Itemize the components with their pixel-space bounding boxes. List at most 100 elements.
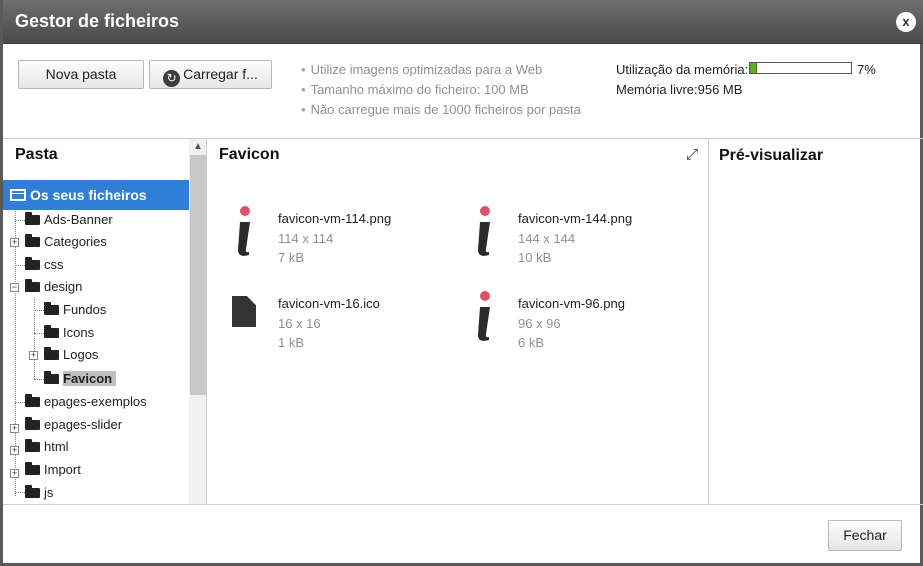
tree-line <box>34 310 44 311</box>
folder-icon <box>25 462 40 475</box>
tree-line <box>15 220 25 221</box>
upload-tips: Utilize imagens optimizadas para a Web T… <box>301 60 581 120</box>
info-icon <box>478 291 490 341</box>
tree-line <box>34 379 44 380</box>
file-size: 10 kB <box>518 250 552 265</box>
folder-root[interactable]: Os seus ficheiros <box>3 180 189 210</box>
upload-file-button[interactable]: ↻ Carregar f... <box>149 60 272 89</box>
folder-icon <box>44 325 59 338</box>
folder-icon <box>25 257 40 270</box>
folder-icon <box>25 439 40 452</box>
expand-icon[interactable]: + <box>10 424 19 433</box>
folder-label: js <box>44 485 54 500</box>
folder-item-design[interactable]: design <box>25 276 82 298</box>
folder-icon <box>44 302 59 315</box>
file-panel-header: Favicon <box>219 146 280 163</box>
expand-icon[interactable]: + <box>10 469 19 478</box>
upload-label: Carregar f... <box>183 66 258 82</box>
expand-icon[interactable]: + <box>29 351 38 360</box>
resize-icon[interactable]: ⤢ <box>686 146 698 163</box>
tip-item: Tamanho máximo do ficheiro: 100 MB <box>301 80 581 100</box>
folder-icon <box>44 371 59 384</box>
memory-info: Utilização da memória: Memória livre:956… <box>616 60 748 100</box>
close-button[interactable]: Fechar <box>828 520 902 551</box>
file-dimensions: 144 x 144 <box>518 231 576 246</box>
folder-label: Icons <box>63 325 95 340</box>
file-dimensions: 16 x 16 <box>278 316 321 331</box>
scroll-up-icon[interactable]: ▲ <box>189 139 206 155</box>
folder-item-import[interactable]: Import <box>25 459 81 481</box>
folder-scrollbar[interactable]: ▲ <box>189 139 206 504</box>
memory-usage-label: Utilização da memória: <box>616 62 749 77</box>
preview-panel-header: Pré-visualizar <box>719 147 824 164</box>
close-icon[interactable]: x <box>896 12 916 32</box>
file-size: 1 kB <box>278 335 305 350</box>
folder-label: html <box>44 439 69 454</box>
folder-label: Import <box>44 462 81 477</box>
upload-icon: ↻ <box>163 70 181 87</box>
memory-usage-percent: 7% <box>857 62 876 77</box>
new-folder-button[interactable]: Nova pasta <box>18 60 144 89</box>
window-icon <box>10 189 26 201</box>
file-panel: Favicon ⤢ favicon-vm-114.png 114 x 114 7… <box>208 139 709 504</box>
folder-label: epages-exemplos <box>44 394 147 409</box>
folder-item-css[interactable]: css <box>25 254 64 276</box>
memory-usage-bar <box>749 62 852 74</box>
new-folder-label: Nova pasta <box>45 66 117 82</box>
divider <box>3 504 923 505</box>
folder-label-selected: Favicon <box>63 371 117 386</box>
file-size: 7 kB <box>278 250 305 265</box>
folder-panel-header: Pasta <box>15 146 58 163</box>
folder-item-js[interactable]: js <box>25 482 53 504</box>
title-bar: Gestor de ficheiros x <box>3 0 923 44</box>
tree-line <box>34 299 35 379</box>
folder-open-icon <box>25 279 40 292</box>
tree-line <box>15 492 25 493</box>
folder-label: design <box>44 279 83 294</box>
preview-panel: Pré-visualizar <box>710 139 923 504</box>
folder-item-html[interactable]: html <box>25 436 69 458</box>
tip-item: Utilize imagens optimizadas para a Web <box>301 60 581 80</box>
dialog-title: Gestor de ficheiros <box>15 11 180 31</box>
folder-item-epages-slider[interactable]: epages-slider <box>25 414 122 436</box>
folder-label: css <box>44 257 64 272</box>
file-dimensions: 114 x 114 <box>278 231 334 246</box>
folder-item-logos[interactable]: Logos <box>44 344 98 366</box>
folder-icon <box>25 394 40 407</box>
tree-line <box>15 402 25 403</box>
tip-item: Não carregue mais de 1000 ficheiros por … <box>301 100 581 120</box>
folder-icon <box>25 485 40 498</box>
file-manager-dialog: Gestor de ficheiros x Nova pasta ↻ Carreg… <box>0 0 923 566</box>
file-dimensions: 96 x 96 <box>518 316 561 331</box>
expand-icon[interactable]: + <box>10 446 19 455</box>
file-name: favicon-vm-96.png <box>518 296 625 311</box>
folder-icon <box>25 212 40 225</box>
file-item[interactable]: favicon-vm-144.png 144 x 144 10 kB <box>470 206 700 281</box>
folder-root-label: Os seus ficheiros <box>30 187 147 203</box>
tree-line <box>15 265 25 266</box>
tree-line <box>34 333 44 334</box>
file-name: favicon-vm-144.png <box>518 211 633 226</box>
folder-panel: Pasta Os seus ficheiros + − + + + + Ads-… <box>3 139 207 504</box>
document-icon <box>232 296 256 327</box>
folder-item-favicon[interactable]: Favicon <box>44 368 117 390</box>
folder-icon <box>25 234 40 247</box>
file-name: favicon-vm-16.ico <box>278 296 380 311</box>
folder-item-categories[interactable]: Categories <box>25 231 107 253</box>
folder-item-epages-exemplos[interactable]: epages-exemplos <box>25 391 147 413</box>
folder-item-ads-banner[interactable]: Ads-Banner <box>25 209 113 231</box>
expand-icon[interactable]: + <box>10 238 19 247</box>
folder-item-fundos[interactable]: Fundos <box>44 299 106 321</box>
folder-icon <box>25 417 40 430</box>
memory-free-label: Memória livre:956 MB <box>616 82 743 97</box>
scrollbar-thumb[interactable] <box>190 155 206 395</box>
folder-item-icons[interactable]: Icons <box>44 322 94 344</box>
folder-icon <box>44 347 59 360</box>
collapse-icon[interactable]: − <box>10 283 19 292</box>
close-button-label: Fechar <box>843 527 887 543</box>
file-item[interactable]: favicon-vm-16.ico 16 x 16 1 kB <box>230 296 460 366</box>
file-item[interactable]: favicon-vm-114.png 114 x 114 7 kB <box>230 206 460 281</box>
memory-usage-fill <box>750 63 758 73</box>
file-item[interactable]: favicon-vm-96.png 96 x 96 6 kB <box>470 291 700 366</box>
file-size: 6 kB <box>518 335 545 350</box>
